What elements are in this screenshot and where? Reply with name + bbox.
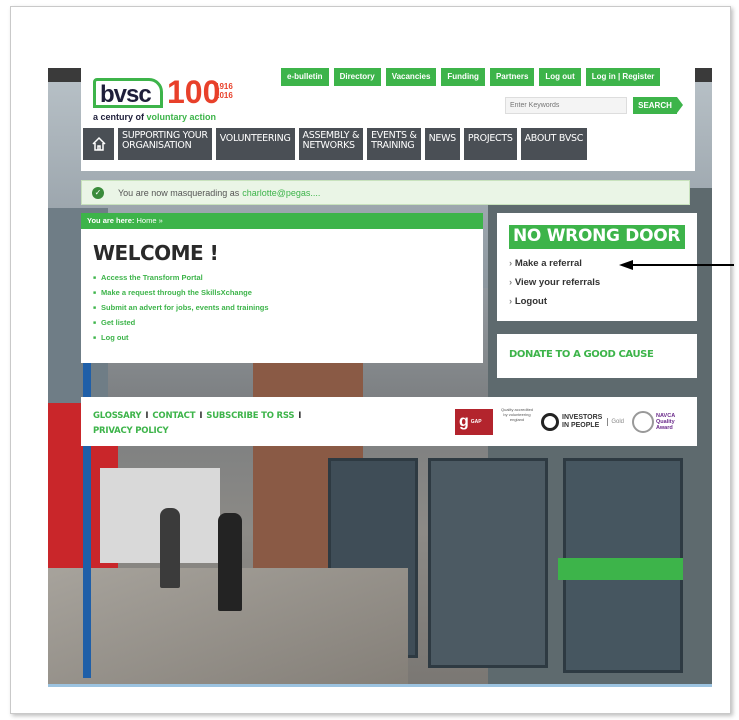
footer-links: GLOSSARY I CONTACT I SUBSCRIBE TO RSS I PRIVA…	[93, 411, 302, 436]
page-title: WELCOME !	[93, 241, 219, 265]
main-navigation: SUPPORTING YOUR ORGANISATION VOLUNTEERIN…	[83, 128, 588, 160]
navca-quality-award-badge: NAVCA Quality Award	[632, 411, 675, 433]
nav-supporting-your-organisation[interactable]: SUPPORTING YOUR ORGANISATION	[118, 128, 212, 160]
volunteering-england-badge-icon: Quality accredited by volunteering engla…	[501, 407, 534, 422]
search-button[interactable]: SEARCH	[633, 97, 683, 114]
search-input[interactable]	[505, 97, 627, 114]
link-make-referral[interactable]: Make a referral	[509, 258, 600, 269]
gap-badge-icon: g GAP	[455, 409, 493, 435]
link-nwd-logout[interactable]: Logout	[509, 296, 600, 307]
annotation-arrow-icon	[619, 260, 734, 270]
link-skillsxchange[interactable]: Make a request through the SkillsXchange	[93, 288, 483, 297]
welcome-links: Access the Transform Portal Make a reque…	[93, 273, 483, 342]
link-view-referrals[interactable]: View your referrals	[509, 277, 600, 288]
link-get-listed[interactable]: Get listed	[93, 318, 483, 327]
masquerade-user[interactable]: charlotte@pegas....	[242, 188, 320, 198]
logo-tagline: a century of voluntary action	[93, 112, 217, 122]
nav-projects[interactable]: PROJECTS	[463, 128, 517, 160]
footer-glossary[interactable]: GLOSSARY	[93, 411, 142, 421]
accreditation-badges: g GAP Quality accredited by volunteering …	[455, 407, 675, 437]
welcome-panel: You are here: Home » WELCOME ! Access th…	[81, 213, 483, 363]
investors-in-people-badge: INVESTORS IN PEOPLE Gold	[541, 413, 624, 431]
footer-contact[interactable]: CONTACT	[152, 411, 195, 421]
nav-news[interactable]: NEWS	[424, 128, 460, 160]
nav-assembly-networks[interactable]: ASSEMBLY & NETWORKS	[298, 128, 364, 160]
logo-centenary: 100	[167, 74, 221, 110]
no-wrong-door-title: NO WRONG DOOR	[509, 225, 685, 249]
link-partners[interactable]: Partners	[489, 68, 535, 86]
link-log-out[interactable]: Log out	[539, 68, 581, 86]
nav-home[interactable]	[83, 128, 114, 160]
link-directory[interactable]: Directory	[333, 68, 381, 86]
nav-events-training[interactable]: EVENTS & TRAINING	[367, 128, 421, 160]
home-icon	[91, 136, 106, 151]
link-vacancies[interactable]: Vacancies	[385, 68, 437, 86]
nav-volunteering[interactable]: VOLUNTEERING	[215, 128, 295, 160]
footer-privacy[interactable]: PRIVACY POLICY	[93, 426, 169, 436]
masquerade-notice: ✓ You are now masquerading as charlotte@…	[81, 180, 690, 205]
breadcrumb-home[interactable]: Home »	[136, 216, 162, 225]
site-footer: GLOSSARY I CONTACT I SUBSCRIBE TO RSS I PRIVA…	[81, 397, 697, 446]
link-log-in-register[interactable]: Log in | Register	[585, 68, 661, 86]
no-wrong-door-links: Make a referral View your referrals Logo…	[509, 258, 600, 315]
search-bar: SEARCH	[505, 97, 683, 114]
check-icon: ✓	[92, 186, 104, 199]
link-transform-portal[interactable]: Access the Transform Portal	[93, 273, 483, 282]
navca-ring-icon	[632, 411, 655, 433]
donate-panel[interactable]: DONATE TO A GOOD CAUSE	[497, 334, 697, 378]
bottom-divider	[48, 684, 712, 687]
logo-years: 1916 2016	[215, 82, 233, 100]
bvsc-logo[interactable]: bvsc 100 1916 2016 a century of voluntar…	[93, 74, 243, 124]
logo-mark: bvsc	[93, 78, 163, 108]
footer-rss[interactable]: SUBSCRIBE TO RSS	[206, 411, 294, 421]
link-welcome-log-out[interactable]: Log out	[93, 333, 483, 342]
utility-links: e-bulletin Directory Vacancies Funding P…	[281, 68, 661, 86]
nav-about-bvsc[interactable]: ABOUT BVSC	[520, 128, 588, 160]
link-e-bulletin[interactable]: e-bulletin	[281, 68, 329, 86]
link-submit-advert[interactable]: Submit an advert for jobs, events and tr…	[93, 303, 483, 312]
breadcrumb: You are here: Home »	[81, 213, 483, 229]
investors-ring-icon	[541, 413, 559, 431]
masquerade-text: You are now masquerading as	[118, 187, 240, 198]
link-funding[interactable]: Funding	[441, 68, 485, 86]
site-header: bvsc 100 1916 2016 a century of voluntar…	[81, 64, 695, 171]
donate-label: DONATE TO A GOOD CAUSE	[509, 349, 654, 360]
